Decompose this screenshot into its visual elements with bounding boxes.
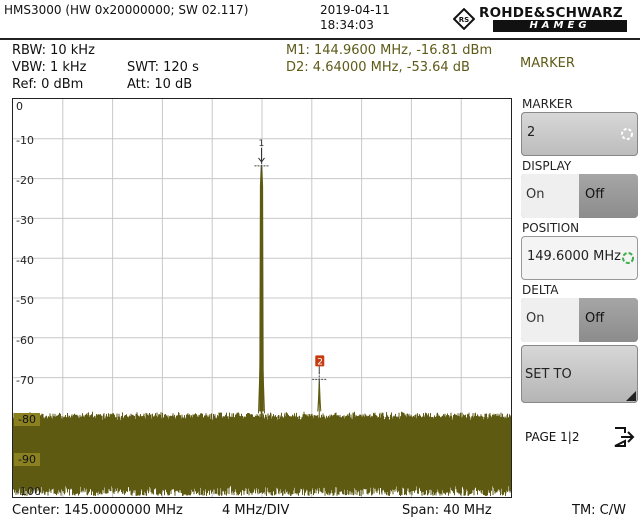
submenu-corner-icon bbox=[626, 391, 636, 401]
set-to-button[interactable]: SET TO bbox=[521, 345, 638, 403]
marker-label: 2 bbox=[317, 357, 323, 367]
rs-logo-icon: RS bbox=[453, 8, 475, 30]
display-toggle[interactable]: On Off bbox=[521, 174, 638, 218]
display-label: DISPLAY bbox=[522, 159, 572, 173]
markers: 12 bbox=[254, 139, 327, 387]
marker-select[interactable]: 2 bbox=[521, 112, 638, 156]
y-tick-7: -70 bbox=[16, 374, 34, 387]
spectrum-chart: 12 bbox=[13, 99, 511, 497]
position-field[interactable]: 149.6000 MHz bbox=[521, 236, 638, 280]
span-readout: Span: 40 MHz bbox=[402, 503, 492, 518]
menu-title: MARKER bbox=[520, 56, 575, 71]
marker-label: MARKER bbox=[522, 97, 573, 111]
brand-sub: HAMEG bbox=[493, 20, 627, 32]
display-on-text: On bbox=[526, 187, 545, 202]
delta-label: DELTA bbox=[522, 283, 559, 297]
division-scale: 4 MHz/DIV bbox=[222, 503, 290, 518]
delta-on-text: On bbox=[526, 311, 545, 326]
rbw-readout: RBW: 10 kHz bbox=[12, 43, 95, 58]
att-readout: Att: 10 dB bbox=[127, 77, 193, 92]
time-label: 18:34:03 bbox=[320, 18, 374, 32]
brand-name: ROHDE&SCHWARZ bbox=[479, 5, 623, 21]
spectrum-plot: 12 bbox=[12, 98, 512, 498]
y-tick-10: -100 bbox=[16, 485, 41, 498]
y-tick-1: -10 bbox=[16, 134, 34, 147]
swt-readout: SWT: 120 s bbox=[127, 60, 199, 75]
y-tick-6: -60 bbox=[16, 334, 34, 347]
y-tick-9: -90 bbox=[14, 453, 40, 466]
delta2-readout: D2: 4.64000 MHz, -53.64 dB bbox=[286, 60, 470, 75]
rotate-knob-icon bbox=[622, 252, 634, 264]
y-tick-3: -30 bbox=[16, 214, 34, 227]
marker-label: 1 bbox=[259, 139, 265, 149]
delta-off-text: Off bbox=[585, 311, 605, 326]
y-tick-5: -50 bbox=[16, 294, 34, 307]
svg-text:RS: RS bbox=[459, 16, 469, 24]
display-off-text: Off bbox=[585, 187, 605, 202]
y-tick-4: -40 bbox=[16, 254, 34, 267]
marker-select-value: 2 bbox=[527, 125, 536, 140]
y-tick-8: -80 bbox=[14, 413, 40, 426]
set-to-label: SET TO bbox=[525, 367, 572, 382]
header-divider bbox=[0, 38, 640, 40]
y-tick-0: 0 bbox=[16, 100, 23, 113]
page-indicator: PAGE 1|2 bbox=[525, 430, 580, 444]
delta-toggle[interactable]: On Off bbox=[521, 298, 638, 342]
ref-readout: Ref: 0 dBm bbox=[12, 77, 84, 92]
position-value: 149.6000 MHz bbox=[527, 249, 621, 264]
brand-logo: RS ROHDE&SCHWARZ HAMEG bbox=[453, 4, 637, 34]
device-info: HMS3000 (HW 0x20000000; SW 02.117) bbox=[4, 3, 249, 17]
position-label: POSITION bbox=[522, 221, 580, 235]
center-frequency: Center: 145.0000000 MHz bbox=[12, 503, 183, 518]
date-label: 2019-04-11 bbox=[320, 3, 390, 17]
trace-mode: TM: C/W bbox=[572, 503, 626, 518]
vbw-readout: VBW: 1 kHz bbox=[12, 60, 87, 75]
marker-arrow bbox=[258, 147, 265, 163]
y-tick-2: -20 bbox=[16, 174, 34, 187]
rotate-knob-icon bbox=[621, 128, 633, 140]
next-page-icon[interactable] bbox=[612, 425, 636, 449]
marker1-readout: M1: 144.9600 MHz, -16.81 dBm bbox=[286, 43, 493, 58]
marker-2[interactable]: 2 bbox=[312, 355, 327, 387]
